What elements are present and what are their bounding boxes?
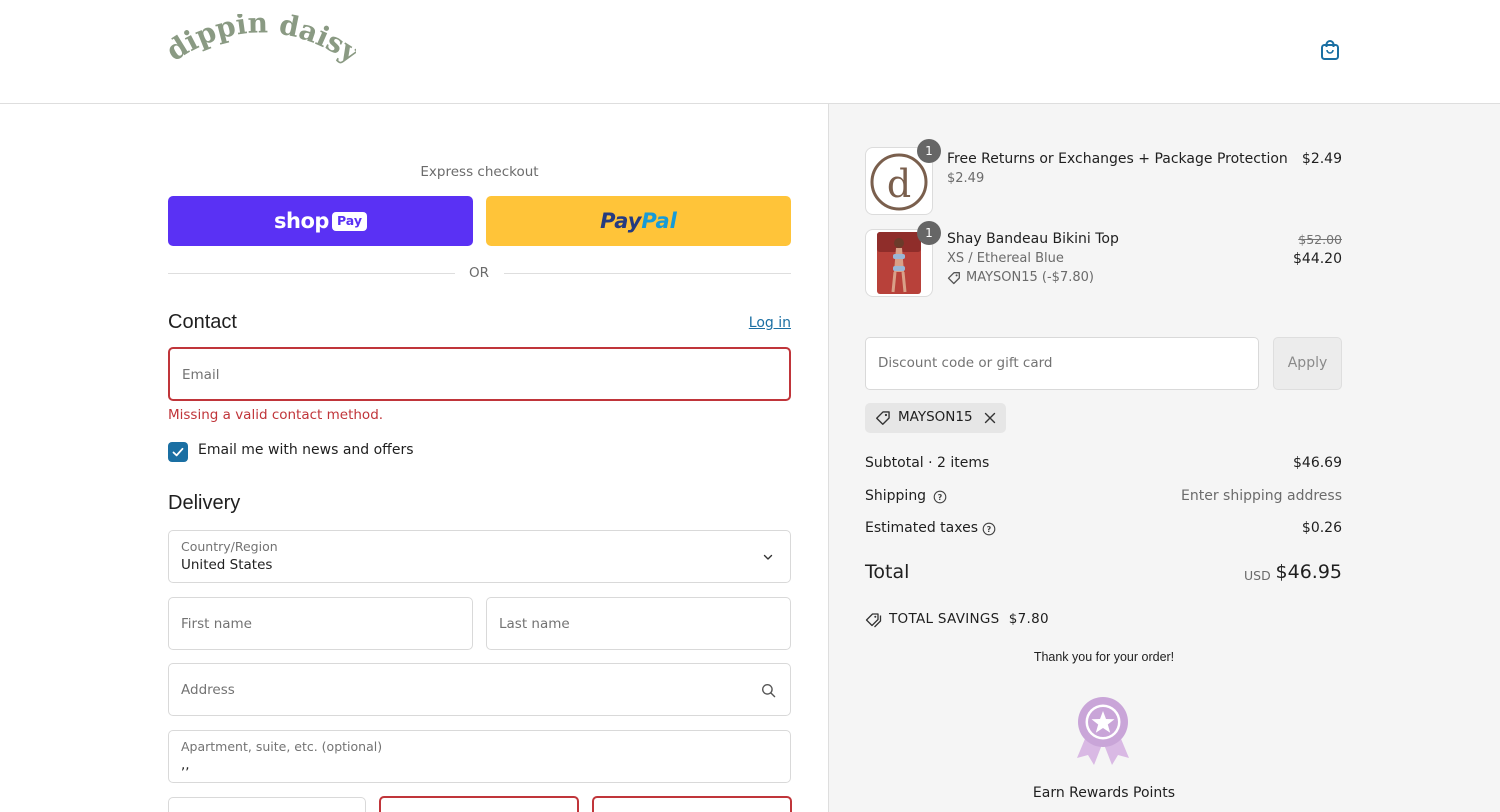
close-icon[interactable] bbox=[983, 411, 997, 425]
last-name-field[interactable]: Last name bbox=[486, 597, 791, 650]
apartment-value: ,, bbox=[181, 757, 190, 773]
item-price-bikini: $44.20 bbox=[1293, 251, 1342, 267]
first-name-placeholder: First name bbox=[181, 616, 252, 632]
taxes-label: Estimated taxes bbox=[865, 520, 979, 536]
tag-icon bbox=[876, 411, 890, 425]
logo-text: dippin daisys bbox=[166, 14, 356, 70]
tag-icon bbox=[947, 272, 960, 285]
total-savings-label: TOTAL SAVINGS bbox=[889, 611, 1000, 627]
thumb-letter: d bbox=[887, 162, 911, 206]
country-select[interactable]: Country/Region United States bbox=[168, 530, 791, 583]
divider-line-right bbox=[504, 273, 791, 274]
earn-rewards-points[interactable]: Earn Rewards Points bbox=[866, 785, 1342, 801]
last-name-placeholder: Last name bbox=[499, 616, 570, 632]
shopping-bag-icon[interactable] bbox=[1318, 38, 1342, 62]
total-amount: $46.95 bbox=[1275, 561, 1342, 583]
svg-text:?: ? bbox=[987, 525, 992, 534]
address-field[interactable]: Address bbox=[168, 663, 791, 716]
shop-pay-pill: Pay bbox=[331, 211, 367, 231]
item-thumbnail-protection: d 1 bbox=[865, 139, 941, 215]
discount-placeholder: Discount code or gift card bbox=[878, 355, 1053, 371]
paypal-wordmark-pal: Pal bbox=[641, 209, 677, 233]
svg-text:?: ? bbox=[938, 493, 943, 502]
state-field[interactable] bbox=[379, 796, 579, 812]
country-value: United States bbox=[181, 557, 273, 573]
applied-discount-chip: MAYSON15 bbox=[865, 403, 1006, 433]
applied-discount-code: MAYSON15 bbox=[898, 409, 973, 425]
item-price-protection: $2.49 bbox=[1301, 151, 1342, 167]
total-savings: TOTAL SAVINGS $7.80 bbox=[889, 611, 1049, 627]
newsletter-label[interactable]: Email me with news and offers bbox=[198, 442, 414, 458]
item-unit-price-protection: $2.49 bbox=[947, 171, 985, 186]
item-variant-bikini: XS / Ethereal Blue bbox=[947, 251, 1064, 266]
email-field[interactable]: Email bbox=[168, 347, 791, 401]
address-placeholder: Address bbox=[181, 682, 235, 698]
shop-pay-button[interactable]: shop Pay bbox=[168, 196, 473, 246]
total-savings-value: $7.80 bbox=[1008, 611, 1049, 627]
zip-field[interactable] bbox=[592, 796, 792, 812]
or-divider: OR bbox=[168, 264, 791, 284]
apply-discount-button[interactable]: Apply bbox=[1273, 337, 1342, 390]
discount-code-input[interactable]: Discount code or gift card bbox=[865, 337, 1259, 390]
shop-pay-wordmark: shop bbox=[274, 209, 329, 233]
item-original-price-bikini: $52.00 bbox=[1298, 232, 1342, 247]
shipping-label: Shipping bbox=[865, 488, 927, 504]
total-label: Total bbox=[865, 561, 910, 583]
shipping-value: Enter shipping address bbox=[1181, 488, 1342, 504]
quantity-badge: 1 bbox=[917, 139, 941, 163]
contact-title: Contact bbox=[168, 311, 237, 333]
svg-text:dippin daisys: dippin daisys bbox=[166, 14, 356, 70]
quantity-badge: 1 bbox=[917, 221, 941, 245]
newsletter-checkbox[interactable] bbox=[168, 442, 188, 462]
chevron-down-icon bbox=[763, 554, 773, 560]
search-icon bbox=[761, 683, 776, 698]
item-title-protection: Free Returns or Exchanges + Package Prot… bbox=[947, 151, 1288, 167]
savings-tags-icon bbox=[865, 613, 882, 628]
checkmark-icon bbox=[172, 447, 184, 457]
brand-logo[interactable]: dippin daisys bbox=[166, 14, 356, 82]
express-checkout-title: Express checkout bbox=[420, 164, 539, 180]
apartment-field[interactable]: Apartment, suite, etc. (optional) ,, bbox=[168, 730, 791, 783]
total-currency: USD bbox=[1244, 568, 1271, 583]
item-discount-bikini: MAYSON15 (-$7.80) bbox=[966, 270, 1094, 285]
item-thumbnail-bikini: 1 bbox=[865, 221, 941, 297]
login-link[interactable]: Log in bbox=[700, 315, 791, 331]
subtotal-label: Subtotal · 2 items bbox=[865, 455, 990, 471]
or-text: OR bbox=[468, 265, 489, 281]
rewards-ribbon-icon bbox=[1077, 697, 1129, 765]
taxes-value: $0.26 bbox=[1301, 520, 1342, 536]
delivery-title: Delivery bbox=[168, 492, 241, 514]
city-field[interactable] bbox=[168, 797, 366, 812]
apartment-label: Apartment, suite, etc. (optional) bbox=[181, 739, 383, 754]
thank-you-message: Thank you for your order! bbox=[1033, 650, 1175, 664]
country-label: Country/Region bbox=[181, 539, 278, 554]
email-placeholder: Email bbox=[182, 367, 220, 383]
email-error-message: Missing a valid contact method. bbox=[168, 407, 384, 423]
paypal-button[interactable]: Pay Pal bbox=[486, 196, 791, 246]
first-name-field[interactable]: First name bbox=[168, 597, 473, 650]
checkout-header: dippin daisys bbox=[0, 0, 1500, 104]
item-title-bikini: Shay Bandeau Bikini Top bbox=[947, 231, 1119, 247]
divider-line-left bbox=[168, 273, 455, 274]
help-icon[interactable]: ? bbox=[982, 522, 996, 536]
subtotal-value: $46.69 bbox=[1293, 455, 1342, 471]
help-icon[interactable]: ? bbox=[933, 490, 947, 504]
paypal-wordmark-pay: Pay bbox=[600, 209, 642, 233]
